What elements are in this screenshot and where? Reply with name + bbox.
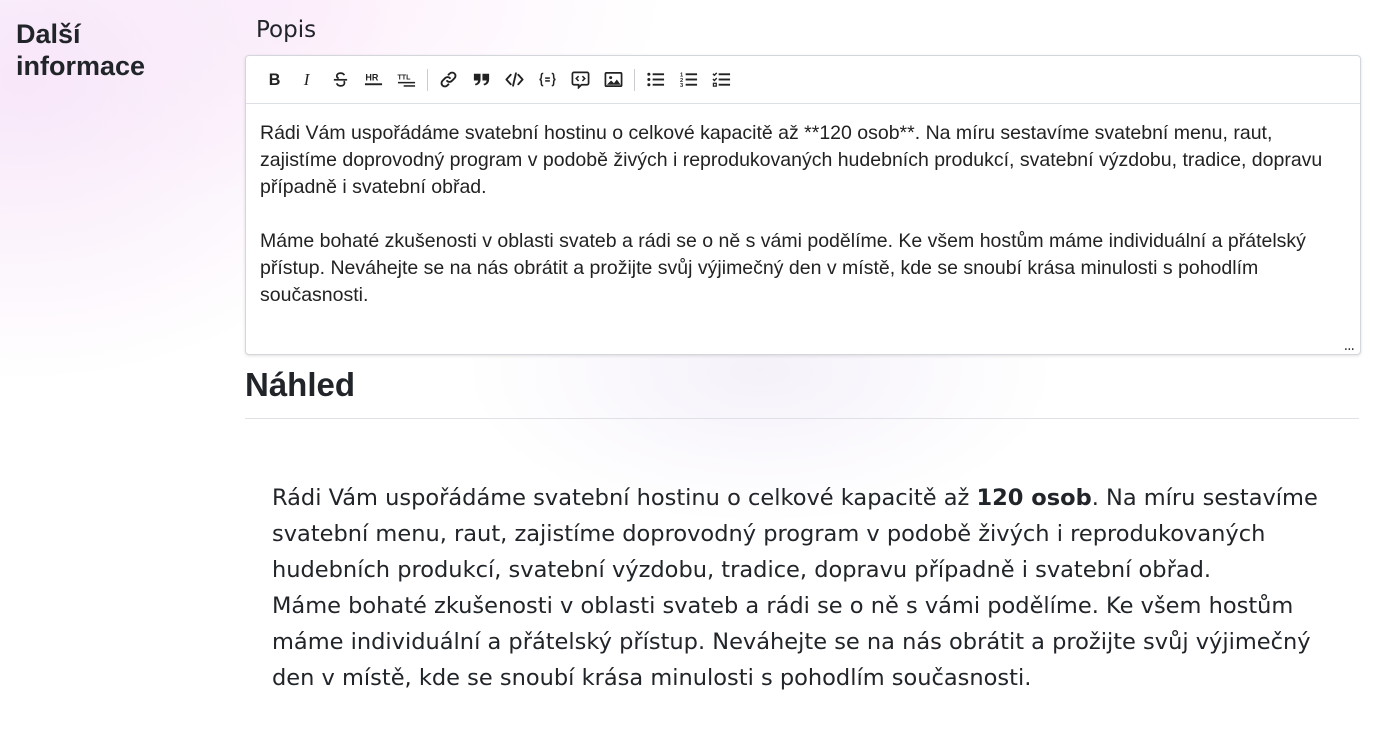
markdown-editor: B I HR TTL 1 2 3 Rádi Vám uspořádáme sva…	[245, 55, 1361, 355]
task-list-button[interactable]	[705, 63, 738, 96]
link-button[interactable]	[432, 63, 465, 96]
description-textarea[interactable]: Rádi Vám uspořádáme svatební hostinu o c…	[260, 120, 1346, 309]
code-icon	[505, 72, 524, 87]
preview-divider	[245, 418, 1359, 419]
toolbar-separator	[634, 68, 635, 91]
image-icon	[604, 71, 623, 88]
svg-text:HR: HR	[365, 72, 379, 82]
bold-button[interactable]: B	[258, 63, 291, 96]
bold-icon: B	[269, 71, 281, 89]
quote-icon	[473, 73, 490, 86]
preview-content: Rádi Vám uspořádáme svatební hostinu o c…	[272, 480, 1332, 696]
quote-button[interactable]	[465, 63, 498, 96]
task-list-icon	[712, 72, 731, 87]
preview-text-segment: Rádi Vám uspořádáme svatební hostinu o c…	[272, 485, 977, 511]
toolbar-separator	[427, 68, 428, 91]
svg-text:I: I	[303, 70, 311, 89]
editor-toolbar: B I HR TTL 1 2 3	[246, 56, 1360, 104]
svg-text:3: 3	[680, 83, 683, 89]
unordered-list-button[interactable]	[639, 63, 672, 96]
title-icon: TTL	[397, 74, 416, 87]
link-icon	[440, 71, 457, 88]
horizontal-rule-icon: HR	[364, 72, 383, 86]
ordered-list-icon: 123	[680, 73, 698, 89]
ordered-list-button[interactable]: 123	[672, 63, 705, 96]
resize-handle[interactable]: ...	[1344, 338, 1355, 354]
preview-paragraph: Rádi Vám uspořádáme svatební hostinu o c…	[272, 480, 1332, 588]
description-label: Popis	[256, 17, 317, 43]
svg-text:TTL: TTL	[397, 74, 411, 82]
code-block-button[interactable]	[531, 63, 564, 96]
svg-text:B: B	[269, 71, 281, 89]
preview-title: Náhled	[245, 366, 356, 403]
italic-button[interactable]: I	[291, 63, 324, 96]
code-block-icon	[539, 72, 556, 87]
strikethrough-button[interactable]	[324, 63, 357, 96]
embed-icon	[571, 71, 590, 89]
preview-paragraph: Máme bohaté zkušenosti v oblasti svateb …	[272, 593, 1311, 691]
section-title: Další informace	[16, 19, 146, 81]
image-button[interactable]	[597, 63, 630, 96]
preview-bold-text: 120 osob	[976, 485, 1092, 511]
strikethrough-icon	[333, 72, 348, 87]
title-button[interactable]: TTL	[390, 63, 423, 96]
embed-button[interactable]	[564, 63, 597, 96]
italic-icon: I	[303, 70, 311, 89]
horizontal-rule-button[interactable]: HR	[357, 63, 390, 96]
code-button[interactable]	[498, 63, 531, 96]
unordered-list-icon	[647, 72, 665, 87]
